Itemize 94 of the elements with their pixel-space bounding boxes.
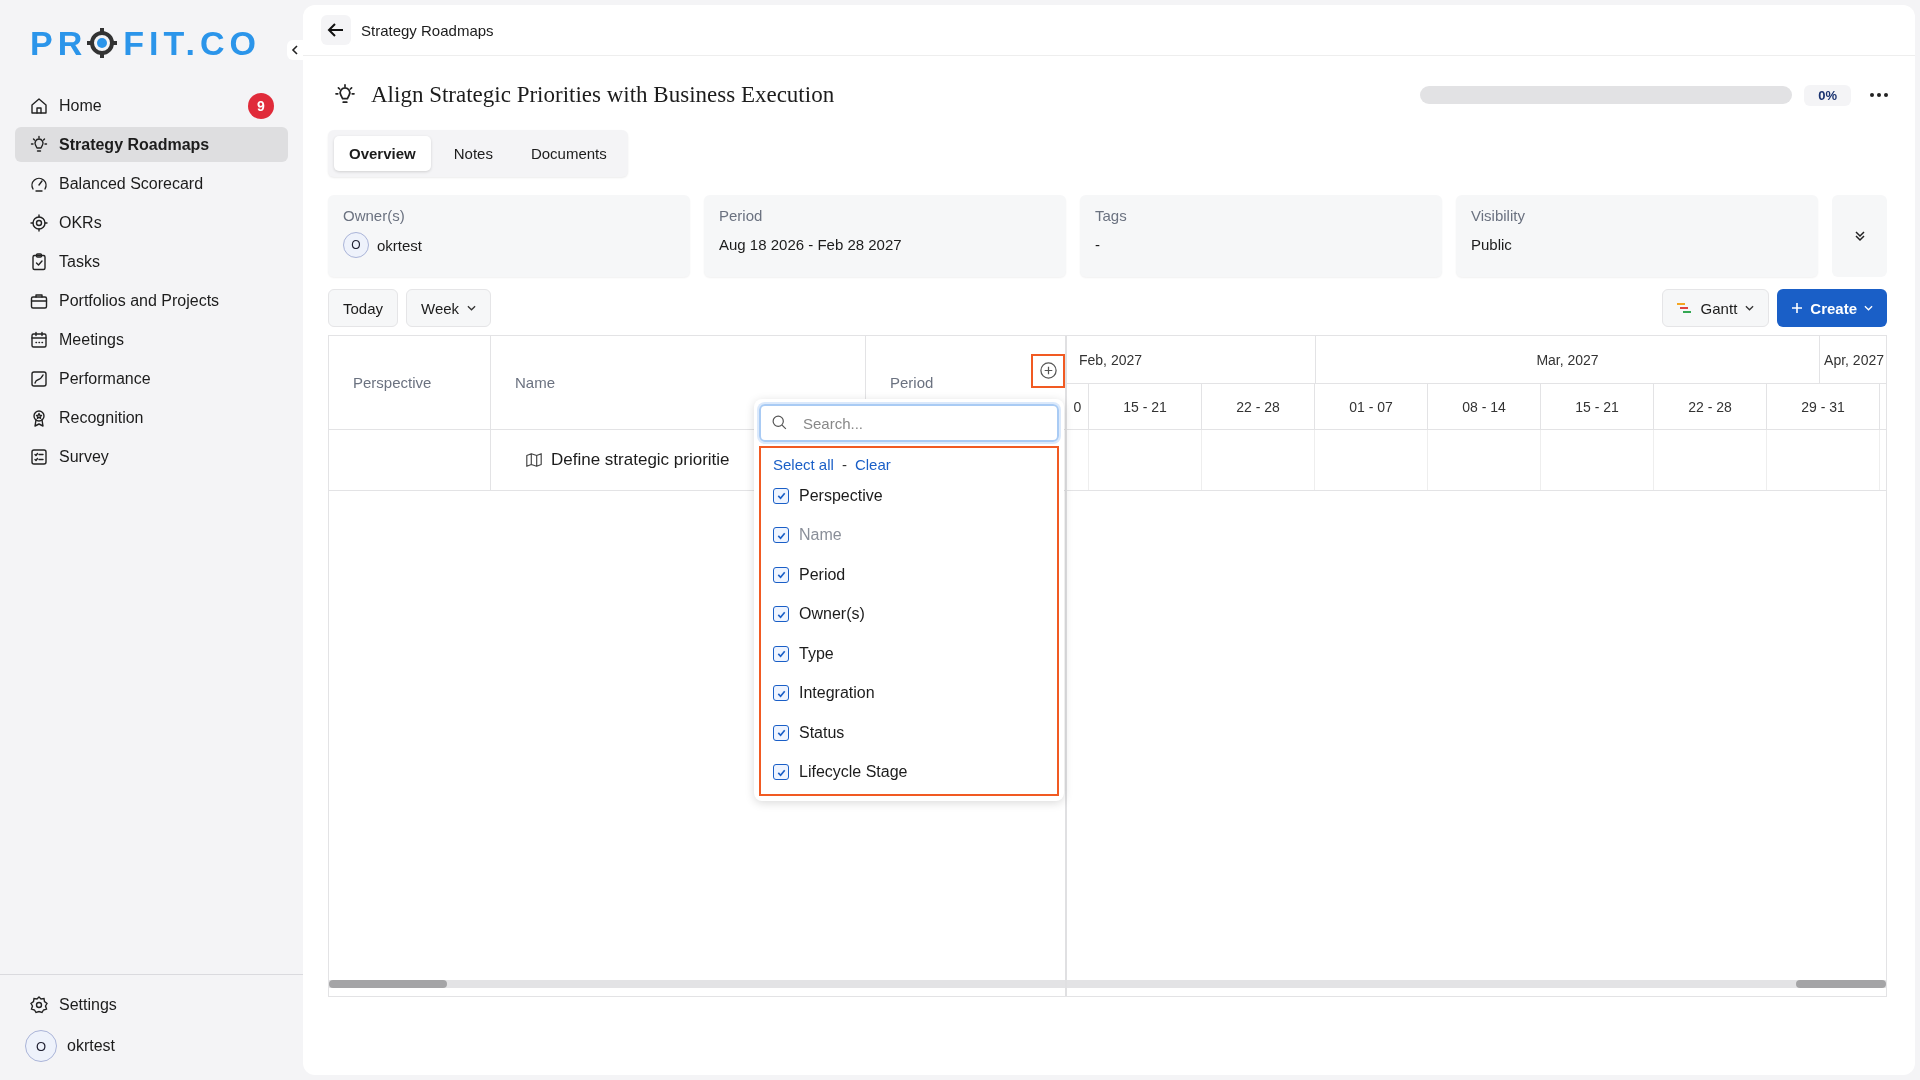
chevron-left-icon (290, 45, 300, 55)
card-value: - (1095, 236, 1101, 253)
week-header: 08 - 14 (1428, 384, 1541, 429)
calendar-icon (29, 329, 49, 350)
check-icon (775, 727, 787, 739)
create-button[interactable]: Create (1777, 289, 1887, 327)
caret-icon (1745, 305, 1755, 311)
sidebar-item[interactable]: Survey (15, 439, 288, 474)
checkbox[interactable] (773, 645, 789, 662)
separator-text: - (841, 455, 847, 473)
bulb-icon (29, 134, 49, 155)
card-label: Owner(s) (343, 207, 406, 224)
user-name: okrtest (67, 1037, 115, 1055)
week-header: 29 - 31 (1767, 384, 1880, 429)
settings-item[interactable]: Settings (15, 987, 288, 1022)
column-option[interactable]: Integration (773, 673, 1045, 713)
tab[interactable]: Overview (334, 136, 431, 171)
card-label: Period (719, 207, 764, 224)
column-option[interactable]: Type (773, 634, 1045, 674)
double-chevron-icon (1853, 230, 1866, 242)
search-icon (771, 414, 788, 431)
sidebar-item[interactable]: Home 9 (15, 88, 288, 123)
sidebar-item[interactable]: Tasks (15, 244, 288, 279)
week-dropdown[interactable]: Week (406, 289, 492, 327)
plus-icon (1791, 302, 1804, 314)
user-avatar[interactable]: O (25, 1030, 57, 1062)
column-option[interactable]: Perspective (773, 476, 1045, 516)
month-header: Feb, 2027 (1067, 336, 1316, 383)
settings-icon (29, 994, 49, 1015)
column-option[interactable]: Owner(s) (773, 594, 1045, 634)
card-value: Aug 18 2026 - Feb 28 2027 (719, 236, 903, 253)
checkbox[interactable] (773, 685, 789, 702)
tab[interactable]: Notes (438, 136, 508, 171)
gantt-icon (1676, 302, 1693, 314)
notification-badge: 9 (248, 92, 274, 119)
plus-circle-icon (1038, 361, 1058, 380)
card-value: okrtest (377, 236, 422, 254)
card-label: Tags (1095, 207, 1128, 224)
sidebar-item[interactable]: OKRs (15, 205, 288, 240)
week-header: 01 - 07 (1315, 384, 1428, 429)
column-option[interactable]: Period (773, 555, 1045, 595)
caret-icon (1864, 305, 1873, 311)
column-option[interactable]: Status (773, 713, 1045, 753)
owner-avatar: O (343, 232, 369, 258)
chart-icon (29, 368, 49, 389)
page-title: Align Strategic Priorities with Business Execution (371, 82, 836, 108)
sidebar-item[interactable]: Performance (15, 361, 288, 396)
week-header: 22 - 28 (1654, 384, 1767, 429)
column-header: Perspective (329, 336, 491, 429)
card-label: Visibility (1471, 207, 1526, 224)
scrollbar[interactable] (1067, 980, 1886, 988)
caret-icon (467, 305, 477, 311)
clipboard-icon (29, 251, 49, 272)
check-icon (775, 648, 787, 660)
week-header: 15 - 21 (1089, 384, 1202, 429)
sidebar-item[interactable]: Meetings (15, 322, 288, 357)
checkbox[interactable] (773, 606, 789, 623)
week-header: 22 - 28 (1202, 384, 1315, 429)
breadcrumb-link[interactable]: Strategy Roadmaps (361, 21, 494, 39)
sidebar-item[interactable]: Strategy Roadmaps (15, 127, 288, 162)
scrollbar[interactable] (329, 980, 1065, 988)
back-button[interactable] (321, 15, 351, 45)
gantt-dropdown[interactable]: Gantt (1661, 289, 1770, 327)
checkbox[interactable] (773, 487, 789, 504)
sidebar-item[interactable]: Portfolios and Projects (15, 283, 288, 318)
check-icon (775, 569, 787, 581)
sidebar-item[interactable]: Balanced Scorecard (15, 166, 288, 201)
collapse-button[interactable] (287, 40, 303, 60)
checkbox[interactable] (773, 566, 789, 583)
select-all-link[interactable]: Select all (773, 455, 834, 473)
month-header: Mar, 2027 (1316, 336, 1821, 383)
week-header: 0 (1067, 384, 1089, 429)
check-icon (775, 490, 787, 502)
list-icon (29, 446, 49, 467)
more-icon (1869, 92, 1889, 98)
checkbox[interactable] (773, 724, 789, 741)
month-header: Apr, 2027 (1823, 350, 1885, 370)
progress-value: 0% (1804, 84, 1851, 106)
week-header: 15 - 21 (1541, 384, 1654, 429)
search-field[interactable]: Search... (759, 404, 1059, 442)
add-column-button[interactable] (1031, 353, 1065, 388)
map-icon (525, 451, 543, 469)
clear-link[interactable]: Clear (854, 455, 891, 473)
target-icon (29, 212, 49, 233)
home-icon (29, 95, 49, 116)
row-name[interactable]: Define strategic prioritie (551, 450, 730, 470)
logo: PR FIT.CO (30, 23, 261, 63)
checkbox[interactable] (773, 764, 789, 781)
column-header: Period (890, 374, 934, 391)
sidebar-item[interactable]: Recognition (15, 400, 288, 435)
tab[interactable]: Documents (515, 136, 622, 171)
column-option[interactable]: Lifecycle Stage (773, 752, 1045, 792)
card-value: Public (1471, 236, 1513, 253)
today-button[interactable]: Today (328, 289, 399, 327)
